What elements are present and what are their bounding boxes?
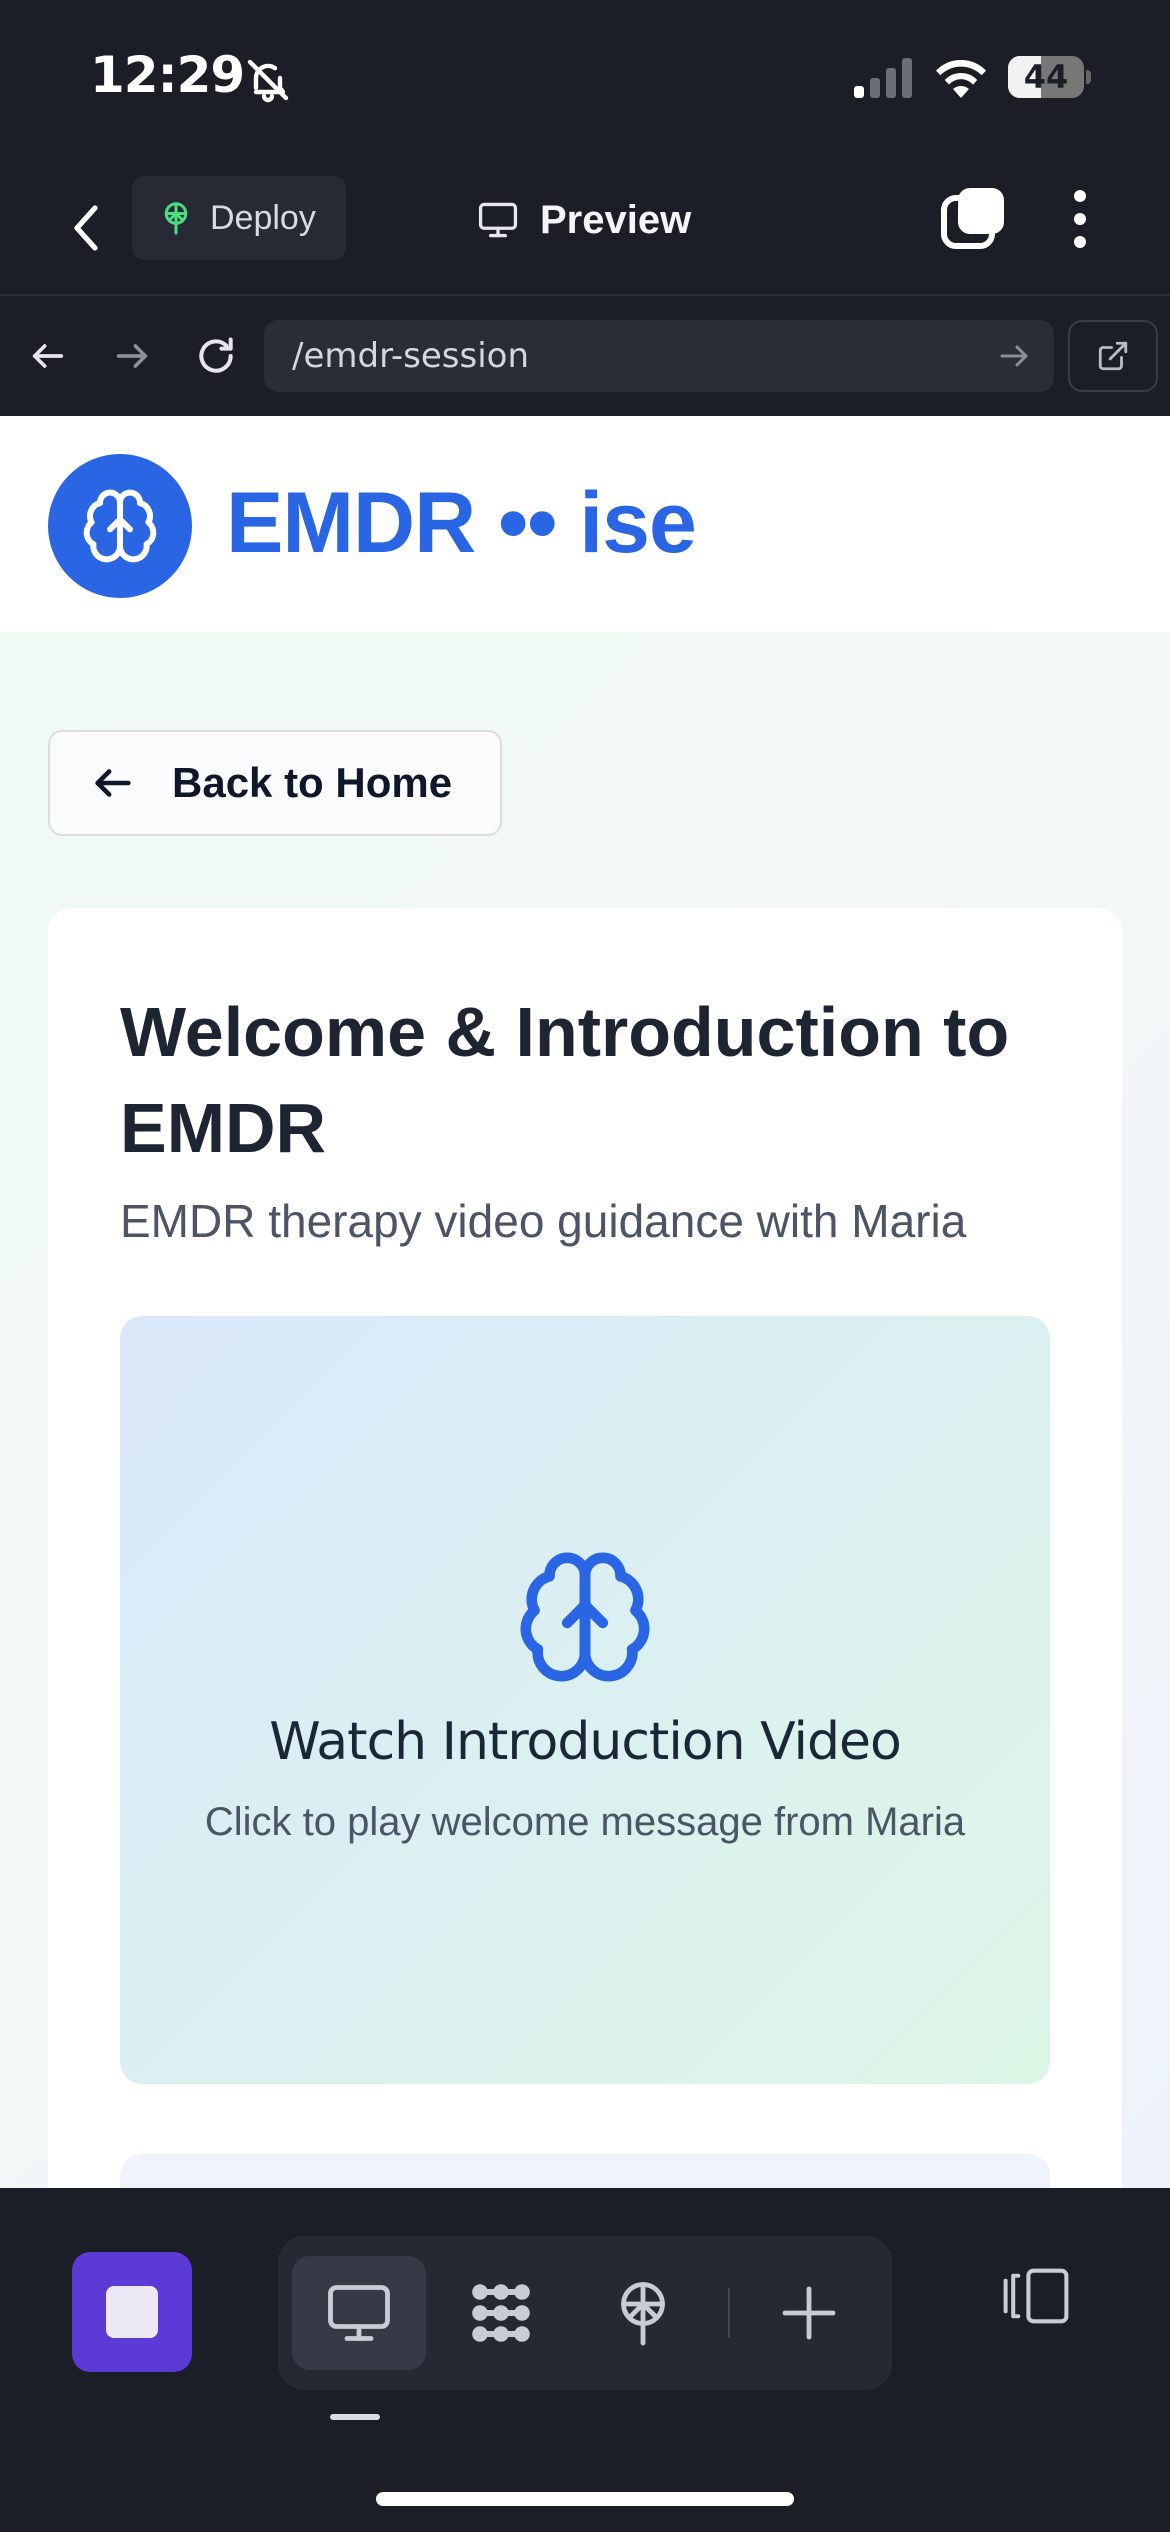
deploy-label: Deploy xyxy=(210,198,316,237)
logo[interactable] xyxy=(48,454,192,598)
home-indicator[interactable] xyxy=(376,2492,794,2506)
status-time: 12:29 xyxy=(90,46,245,104)
stop-button[interactable] xyxy=(72,2252,192,2372)
more-vertical-icon[interactable] xyxy=(1060,186,1100,252)
page-title: Welcome & Introduction to EMDR xyxy=(120,993,1010,1167)
reload-icon xyxy=(199,337,233,373)
monitor-icon xyxy=(328,2285,390,2341)
brand-name[interactable]: EMDR •• ise xyxy=(226,474,697,573)
tool-group xyxy=(278,2236,892,2390)
apps-icon xyxy=(472,2284,530,2342)
session-card: Welcome & Introduction to EMDR EMDR ther… xyxy=(48,908,1122,2188)
status-bar: 12:29 44 xyxy=(0,0,1170,160)
tool-apps[interactable] xyxy=(434,2256,568,2370)
chevron-left-icon xyxy=(74,205,98,251)
deploy-button[interactable]: Deploy xyxy=(132,176,346,260)
back-button[interactable] xyxy=(58,190,114,266)
url-text: /emdr-session xyxy=(292,336,530,376)
battery-level: 44 xyxy=(1023,58,1069,96)
tool-divider xyxy=(728,2288,730,2338)
sidebar-toggle-button[interactable] xyxy=(998,2256,1074,2336)
preview-tab[interactable]: Preview xyxy=(476,190,691,250)
site-header: EMDR •• ise xyxy=(0,416,1170,632)
browser-back-button[interactable] xyxy=(20,328,76,384)
arrow-left-icon xyxy=(32,344,64,368)
video-subtitle: Click to play welcome message from Maria xyxy=(204,1800,966,1844)
battery-icon: 44 xyxy=(1008,56,1092,98)
brain-icon xyxy=(520,1552,650,1682)
external-link-icon xyxy=(1098,341,1128,371)
deploy-icon xyxy=(164,202,188,235)
tabs-icon[interactable] xyxy=(940,186,1006,252)
go-arrow-icon[interactable] xyxy=(996,338,1032,374)
cellular-signal-icon xyxy=(854,58,912,98)
open-external-button[interactable] xyxy=(1068,320,1158,392)
tool-preview[interactable] xyxy=(292,2256,426,2370)
deploy-icon xyxy=(621,2282,665,2346)
browser-forward-button[interactable] xyxy=(104,328,160,384)
preview-label: Preview xyxy=(540,197,692,242)
app-toolbar: Deploy Preview xyxy=(0,160,1170,296)
next-section-panel xyxy=(120,2154,1050,2188)
monitor-icon xyxy=(478,202,518,238)
web-page: EMDR •• ise Back to Home Welcome & Intro… xyxy=(0,416,1170,2188)
panel-toggle-icon xyxy=(1003,2268,1069,2324)
browser-bar: /emdr-session xyxy=(0,298,1170,416)
page-subtitle: EMDR therapy video guidance with Maria xyxy=(120,1195,967,1247)
tool-deploy[interactable] xyxy=(576,2256,710,2370)
back-to-home-label: Back to Home xyxy=(172,759,453,806)
video-title: Watch Introduction Video xyxy=(269,1712,902,1772)
tool-add[interactable] xyxy=(742,2256,876,2370)
stop-icon xyxy=(106,2286,158,2338)
intro-video-player[interactable]: Watch Introduction Video Click to play w… xyxy=(120,1316,1050,2084)
bottom-toolbar xyxy=(0,2188,1170,2532)
brain-icon xyxy=(83,489,157,563)
plus-icon xyxy=(782,2286,836,2340)
url-field[interactable]: /emdr-session xyxy=(264,320,1054,392)
arrow-left-icon xyxy=(95,769,131,797)
wifi-icon xyxy=(936,60,986,98)
active-tool-indicator xyxy=(330,2414,380,2420)
arrow-right-icon xyxy=(116,344,148,368)
bell-off-icon xyxy=(247,59,289,103)
reload-button[interactable] xyxy=(188,328,244,384)
back-to-home-button[interactable]: Back to Home xyxy=(48,730,502,836)
